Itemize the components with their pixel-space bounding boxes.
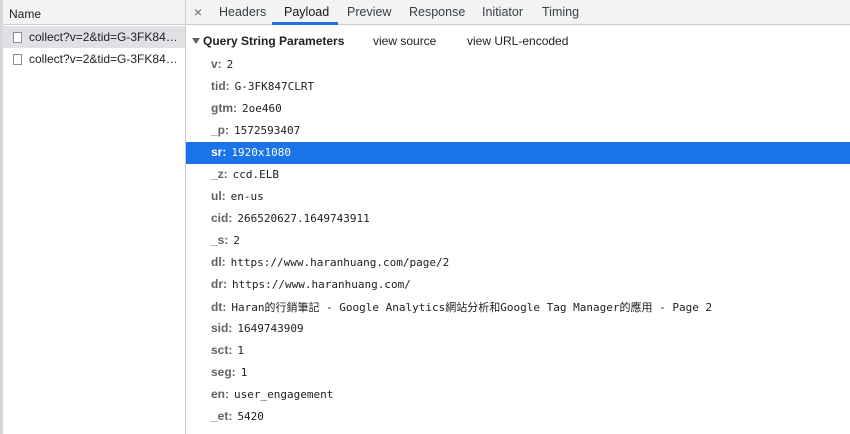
tab-initiator[interactable]: Initiator xyxy=(482,5,523,19)
param-value: 1920x1080 xyxy=(231,146,291,159)
param-key: ul: xyxy=(211,189,226,203)
tab-timing[interactable]: Timing xyxy=(542,5,579,19)
param-row[interactable]: sr: 1920x1080 xyxy=(186,142,850,164)
request-list-panel: Name collect?v=2&tid=G-3FK84… collect?v=… xyxy=(0,0,186,434)
param-row[interactable]: dt: Haran的行銷筆記 - Google Analytics網站分析和Goo… xyxy=(186,296,850,318)
param-key: dl: xyxy=(211,255,226,269)
tab-headers[interactable]: Headers xyxy=(219,5,266,19)
param-row[interactable]: v: 2 xyxy=(186,54,850,76)
param-row[interactable]: _p: 1572593407 xyxy=(186,120,850,142)
document-icon xyxy=(13,54,22,65)
param-key: dt: xyxy=(211,300,227,314)
param-value: 1572593407 xyxy=(234,124,301,137)
param-row[interactable]: sct: 1 xyxy=(186,340,850,362)
param-key: _et: xyxy=(211,409,233,423)
param-value: 1 xyxy=(237,344,244,357)
param-key: seg: xyxy=(211,365,236,379)
param-row[interactable]: ul: en-us xyxy=(186,186,850,208)
param-key: _p: xyxy=(211,123,229,137)
param-key: sct: xyxy=(211,343,233,357)
param-row[interactable]: dl: https://www.haranhuang.com/page/2 xyxy=(186,252,850,274)
param-value: 5420 xyxy=(237,410,264,423)
param-key: cid: xyxy=(211,211,233,225)
param-row[interactable]: _s: 2 xyxy=(186,230,850,252)
param-value: 2 xyxy=(226,58,234,71)
query-string-section-header[interactable]: Query String Parameters xyxy=(192,34,344,48)
param-row[interactable]: dr: https://www.haranhuang.com/ xyxy=(186,274,850,296)
param-key: gtm: xyxy=(211,101,237,115)
param-row[interactable]: en: user_engagement xyxy=(186,384,850,406)
param-row[interactable]: sid: 1649743909 xyxy=(186,318,850,340)
request-label: collect?v=2&tid=G-3FK84… xyxy=(29,30,178,44)
name-column-header[interactable]: Name xyxy=(3,0,185,25)
request-row[interactable]: collect?v=2&tid=G-3FK84… xyxy=(3,48,185,70)
param-value: Haran的行銷筆記 - Google Analytics網站分析和Google… xyxy=(231,301,713,314)
param-value: ccd.ELB xyxy=(232,168,280,181)
param-key: sr: xyxy=(211,145,227,159)
param-value: 2 xyxy=(233,234,240,247)
view-url-encoded-link[interactable]: view URL-encoded xyxy=(467,34,568,48)
request-row[interactable]: collect?v=2&tid=G-3FK84… xyxy=(3,26,185,48)
param-value: 1649743909 xyxy=(237,322,304,335)
param-value: 2oe460 xyxy=(242,102,282,115)
param-key: _z: xyxy=(211,167,228,181)
tab-response[interactable]: Response xyxy=(409,5,465,19)
param-value: https://www.haranhuang.com/page/2 xyxy=(230,256,450,269)
param-value: G-3FK847CLRT xyxy=(234,80,315,93)
param-key: tid: xyxy=(211,79,230,93)
param-key: dr: xyxy=(211,277,227,291)
document-icon xyxy=(13,32,22,43)
param-key: _s: xyxy=(211,233,229,247)
param-value: 266520627.1649743911 xyxy=(237,212,370,225)
expand-triangle-icon[interactable] xyxy=(192,38,200,44)
param-value: 1 xyxy=(240,366,248,379)
tab-payload[interactable]: Payload xyxy=(284,5,329,19)
param-row[interactable]: _z: ccd.ELB xyxy=(186,164,850,186)
param-row[interactable]: _et: 5420 xyxy=(186,406,850,428)
view-source-link[interactable]: view source xyxy=(373,34,436,48)
param-row[interactable]: cid: 266520627.1649743911 xyxy=(186,208,850,230)
request-label: collect?v=2&tid=G-3FK84… xyxy=(29,52,178,66)
param-value: en-us xyxy=(230,190,264,203)
param-row[interactable]: seg: 1 xyxy=(186,362,850,384)
param-key: en: xyxy=(211,387,229,401)
param-key: sid: xyxy=(211,321,233,335)
section-title: Query String Parameters xyxy=(203,34,345,48)
param-value: https://www.haranhuang.com/ xyxy=(232,278,411,291)
param-value: user_engagement xyxy=(234,388,334,401)
param-row[interactable]: tid: G-3FK847CLRT xyxy=(186,76,850,98)
tab-preview[interactable]: Preview xyxy=(347,5,391,19)
active-tab-indicator xyxy=(272,22,338,25)
param-row[interactable]: gtm: 2oe460 xyxy=(186,98,850,120)
param-key: v: xyxy=(211,57,222,71)
close-icon[interactable]: × xyxy=(194,4,202,20)
